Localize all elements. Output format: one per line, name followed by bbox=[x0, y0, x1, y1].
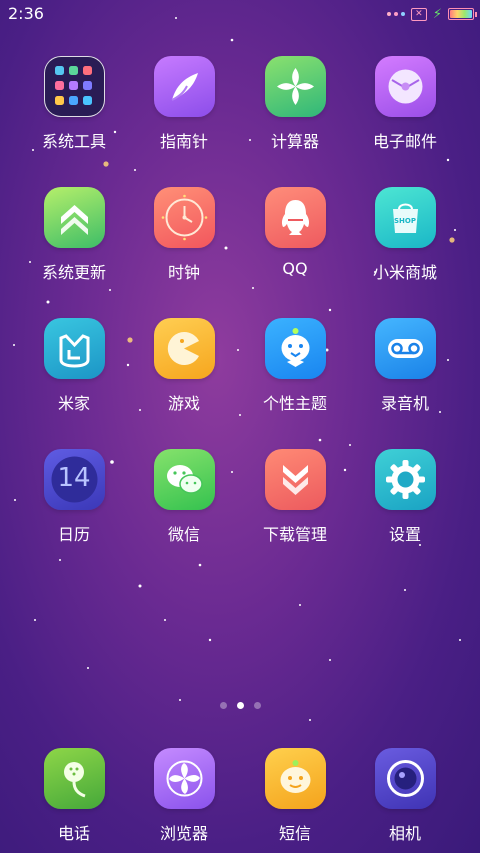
app-system-update[interactable]: 系统更新 bbox=[19, 187, 129, 283]
app-email[interactable]: 电子邮件 bbox=[350, 56, 460, 152]
app-calendar[interactable]: 14 日历 bbox=[19, 449, 129, 545]
app-label: 日历 bbox=[57, 525, 90, 544]
app-label: 游戏 bbox=[167, 394, 200, 413]
clock-icon bbox=[153, 187, 215, 248]
app-label: 短信 bbox=[278, 824, 311, 843]
dock-browser[interactable]: 浏览器 bbox=[129, 748, 239, 844]
app-label: 系统工具 bbox=[41, 132, 106, 151]
app-mijia[interactable]: 米家 bbox=[19, 318, 129, 414]
app-label: 电话 bbox=[57, 824, 90, 843]
messages-icon bbox=[264, 748, 326, 809]
page-dot-active[interactable] bbox=[236, 702, 244, 709]
app-wechat[interactable]: 微信 bbox=[129, 449, 239, 545]
app-game[interactable]: 游戏 bbox=[129, 318, 239, 414]
battery-icon bbox=[448, 8, 477, 20]
app-label: 计算器 bbox=[270, 132, 319, 151]
app-label: 相机 bbox=[388, 824, 421, 843]
status-time: 2:36 bbox=[8, 4, 44, 23]
app-label: 个性主题 bbox=[262, 394, 327, 413]
app-compass[interactable]: 指南针 bbox=[129, 56, 239, 152]
app-label: 系统更新 bbox=[41, 263, 106, 282]
no-sim-icon: ✕ bbox=[410, 7, 427, 21]
app-qq[interactable]: QQ bbox=[240, 187, 350, 278]
app-download-manager[interactable]: 下载管理 bbox=[240, 449, 350, 545]
page-dot[interactable] bbox=[219, 702, 227, 709]
charging-icon: ⚡ bbox=[432, 6, 442, 22]
app-label: 电子邮件 bbox=[372, 132, 437, 151]
wechat-icon bbox=[153, 449, 215, 510]
app-label: 设置 bbox=[388, 525, 421, 544]
qq-icon bbox=[264, 187, 326, 248]
app-label: 浏览器 bbox=[159, 824, 208, 843]
page-dot[interactable] bbox=[253, 702, 261, 709]
calculator-icon bbox=[264, 56, 326, 117]
folder-icon bbox=[43, 56, 105, 117]
app-calculator[interactable]: 计算器 bbox=[240, 56, 350, 152]
browser-icon bbox=[153, 748, 215, 809]
app-label: 录音机 bbox=[380, 394, 429, 413]
dock-phone[interactable]: 电话 bbox=[19, 748, 129, 844]
app-label: 指南针 bbox=[159, 132, 208, 151]
app-label: 时钟 bbox=[167, 263, 200, 282]
status-bar: 2:36 ✕ ⚡ bbox=[0, 0, 480, 28]
app-mi-store[interactable]: SHOP 小米商城 bbox=[350, 187, 460, 283]
system-update-icon bbox=[43, 187, 105, 248]
app-settings[interactable]: 设置 bbox=[350, 449, 460, 545]
app-label: 米家 bbox=[57, 394, 90, 413]
page-indicator bbox=[0, 702, 480, 709]
download-icon bbox=[264, 449, 326, 510]
email-icon bbox=[374, 56, 436, 117]
app-label: 小米商城 bbox=[372, 263, 437, 282]
mijia-icon bbox=[43, 318, 105, 379]
app-system-tools[interactable]: 系统工具 bbox=[19, 56, 129, 152]
calendar-icon: 14 bbox=[43, 449, 105, 510]
calendar-day-number: 14 bbox=[57, 463, 91, 493]
app-label: 微信 bbox=[167, 525, 200, 544]
phone-icon bbox=[43, 748, 105, 809]
shop-badge-text: SHOP bbox=[394, 217, 416, 225]
app-label: 下载管理 bbox=[262, 525, 327, 544]
app-clock[interactable]: 时钟 bbox=[129, 187, 239, 283]
camera-icon bbox=[374, 748, 436, 809]
recorder-icon bbox=[374, 318, 436, 379]
themes-icon bbox=[264, 318, 326, 379]
settings-icon bbox=[374, 449, 436, 510]
game-icon bbox=[153, 318, 215, 379]
status-indicators: ✕ ⚡ bbox=[386, 5, 477, 23]
dock-camera[interactable]: 相机 bbox=[350, 748, 460, 844]
mi-store-icon: SHOP bbox=[374, 187, 436, 248]
dock-messages[interactable]: 短信 bbox=[240, 748, 350, 844]
app-recorder[interactable]: 录音机 bbox=[350, 318, 460, 414]
signal-dots-icon bbox=[386, 12, 405, 16]
app-themes[interactable]: 个性主题 bbox=[240, 318, 350, 414]
app-label: QQ bbox=[282, 259, 308, 278]
compass-icon bbox=[153, 56, 215, 117]
